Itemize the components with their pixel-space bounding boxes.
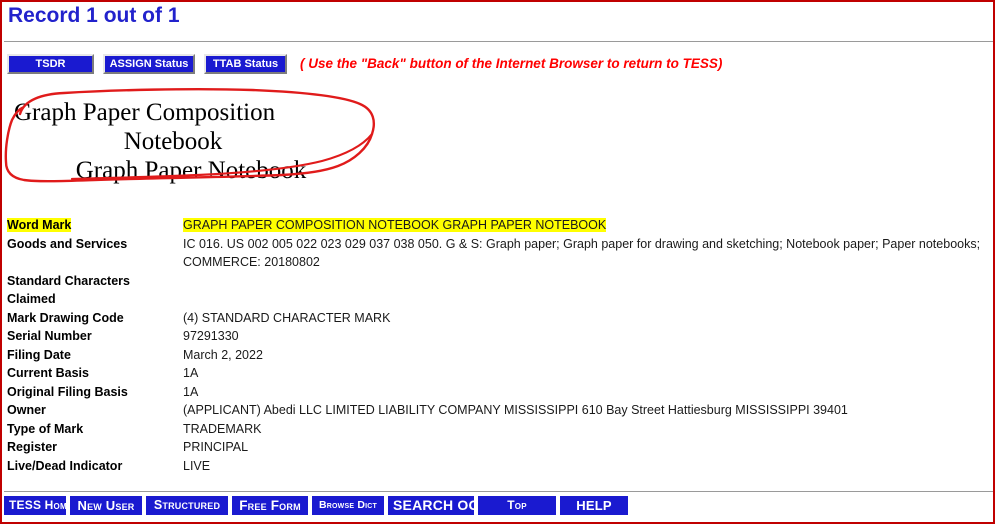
- trademark-record-table: Word Mark GRAPH PAPER COMPOSITION NOTEBO…: [7, 216, 992, 475]
- row-value: [183, 272, 992, 309]
- new-user-button[interactable]: New User: [70, 496, 142, 515]
- table-row: Owner (APPLICANT) Abedi LLC LIMITED LIAB…: [7, 401, 992, 420]
- bottom-navigation: TESS Home New User Structured Free Form …: [4, 496, 632, 515]
- row-label: Current Basis: [7, 366, 89, 380]
- row-label: Filing Date: [7, 347, 71, 362]
- help-button[interactable]: HELP: [560, 496, 628, 515]
- table-row: Current Basis 1A: [7, 364, 992, 383]
- search-og-button[interactable]: SEARCH OG: [388, 496, 479, 515]
- table-row: Word Mark GRAPH PAPER COMPOSITION NOTEBO…: [7, 216, 992, 235]
- row-label: Standard Characters Claimed: [7, 273, 130, 307]
- row-label: Goods and Services: [7, 236, 128, 251]
- table-row: Register PRINCIPAL: [7, 438, 992, 457]
- table-row: Live/Dead Indicator LIVE: [7, 457, 992, 476]
- top-toolbar: TSDR ASSIGN Status TTAB Status ( Use the…: [7, 54, 722, 74]
- back-button-note: ( Use the "Back" button of the Internet …: [300, 56, 723, 71]
- row-value: TRADEMARK: [183, 421, 262, 436]
- row-value: 1A: [183, 384, 199, 399]
- goods-services-line-1: IC 016. US 002 005 022 023 029 037 038 0…: [183, 236, 981, 251]
- table-row: Standard Characters Claimed: [7, 272, 992, 309]
- row-value: IC 016. US 002 005 022 023 029 037 038 0…: [183, 235, 992, 272]
- mark-display: Graph Paper Composition Notebook Graph P…: [2, 98, 362, 185]
- row-value: March 2, 2022: [183, 347, 263, 362]
- table-row: Type of Mark TRADEMARK: [7, 420, 992, 439]
- structured-button[interactable]: Structured: [146, 496, 228, 515]
- assign-status-button[interactable]: ASSIGN Status: [103, 54, 195, 74]
- page-title: Record 1 out of 1: [8, 4, 180, 27]
- row-value: 97291330: [183, 329, 239, 343]
- table-row: Filing Date March 2, 2022: [7, 346, 992, 365]
- row-label: Type of Mark: [7, 421, 84, 436]
- row-value: (4) STANDARD CHARACTER MARK: [183, 310, 391, 325]
- row-value: (APPLICANT) Abedi LLC LIMITED LIABILITY …: [183, 403, 848, 417]
- header-divider: [4, 41, 993, 42]
- footer-divider: [4, 491, 993, 492]
- tess-home-button[interactable]: TESS Home: [4, 496, 72, 515]
- tsdr-button[interactable]: TSDR: [7, 54, 94, 74]
- row-value: PRINCIPAL: [183, 440, 249, 454]
- row-label: Word Mark: [7, 218, 72, 232]
- goods-services-line-2: COMMERCE: 20180802: [183, 255, 320, 269]
- top-button[interactable]: Top: [478, 496, 556, 515]
- table-row: Goods and Services IC 016. US 002 005 02…: [7, 235, 992, 272]
- table-row: Serial Number 97291330: [7, 327, 992, 346]
- row-label: Owner: [7, 403, 46, 417]
- tess-record-page: Record 1 out of 1 TSDR ASSIGN Status TTA…: [0, 0, 995, 524]
- table-row: Original Filing Basis 1A: [7, 383, 992, 402]
- mark-line-1: Graph Paper Composition: [14, 99, 276, 126]
- browse-dict-button[interactable]: Browse Dict: [312, 496, 384, 515]
- row-label: Serial Number: [7, 329, 92, 343]
- row-label: Original Filing Basis: [7, 384, 128, 399]
- table-row: Mark Drawing Code (4) STANDARD CHARACTER…: [7, 309, 992, 328]
- row-value: 1A: [183, 366, 199, 380]
- row-label: Mark Drawing Code: [7, 310, 124, 325]
- mark-line-2: Notebook: [123, 128, 223, 155]
- free-form-button[interactable]: Free Form: [232, 496, 308, 515]
- row-label: Live/Dead Indicator: [7, 458, 123, 473]
- row-value: LIVE: [183, 458, 211, 473]
- row-value: GRAPH PAPER COMPOSITION NOTEBOOK GRAPH P…: [183, 218, 607, 232]
- mark-line-3: Graph Paper Notebook: [75, 157, 307, 184]
- ttab-status-button[interactable]: TTAB Status: [204, 54, 287, 74]
- row-label: Register: [7, 440, 58, 454]
